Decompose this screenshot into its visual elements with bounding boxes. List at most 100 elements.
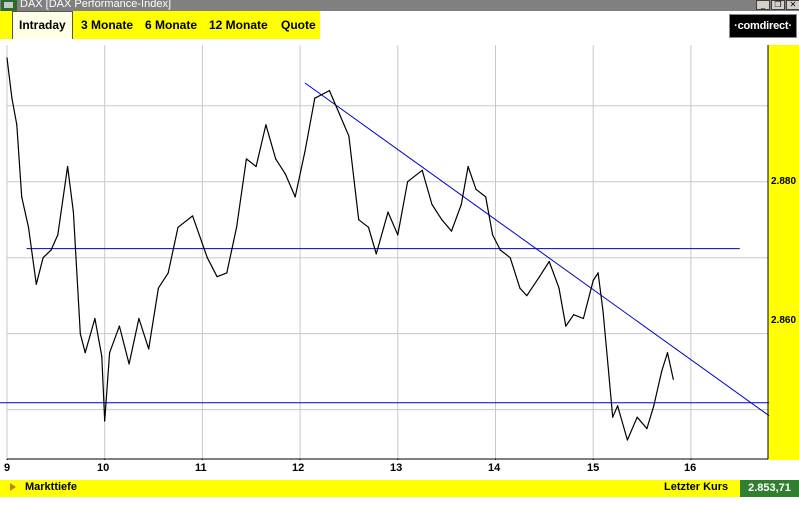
price-point [265, 124, 267, 126]
price-point [245, 158, 247, 160]
price-point [612, 416, 614, 418]
price-point [206, 257, 208, 259]
markttiefe-link[interactable]: Markttiefe [25, 481, 77, 493]
price-point [397, 234, 399, 236]
price-point [128, 363, 130, 365]
price-point [672, 378, 674, 380]
price-point [108, 352, 111, 354]
tab-6-monate[interactable]: 6 Monate [145, 11, 197, 39]
price-point [177, 226, 179, 228]
timeframe-tabbar: Intraday 3 Monate 6 Monate 12 Monate Quo… [0, 11, 320, 39]
comdirect-logo: ·comdirect· [729, 14, 797, 38]
price-point [406, 181, 409, 183]
price-point [192, 215, 194, 217]
price-point [653, 405, 655, 407]
price-point [79, 333, 81, 335]
price-point [157, 287, 160, 289]
price-point [104, 420, 106, 422]
price-point [284, 173, 287, 175]
price-point [450, 230, 453, 232]
price-point [592, 279, 594, 282]
price-point [475, 188, 477, 190]
price-point [626, 439, 628, 441]
price-point [617, 405, 619, 407]
price-point [27, 226, 30, 228]
price-point [235, 226, 238, 228]
x-tick-label: 12 [292, 462, 305, 474]
price-point [519, 287, 521, 289]
tab-12-monate[interactable]: 12 Monate [209, 11, 268, 39]
price-point [558, 287, 560, 289]
price-point [16, 124, 18, 126]
price-point [138, 317, 140, 320]
close-button[interactable]: ✕ [786, 0, 799, 10]
price-point [84, 352, 86, 354]
price-point [338, 112, 340, 114]
price-point [304, 150, 306, 152]
price-point [367, 226, 370, 228]
price-point [538, 276, 541, 278]
x-tick-label: 10 [97, 462, 110, 474]
price-point [499, 249, 501, 251]
price-point [226, 272, 228, 274]
x-tick-label: 15 [587, 462, 600, 474]
price-point [314, 97, 316, 99]
price-point [255, 165, 257, 168]
price-point [509, 257, 511, 259]
price-point [460, 203, 462, 206]
x-tick-label: 11 [195, 462, 207, 474]
price-point [646, 428, 648, 430]
last-price-label: Letzter Kurs [664, 481, 729, 493]
price-point [607, 363, 609, 365]
bottom-bar: Markttiefe Letzter Kurs [0, 480, 799, 497]
app-icon [1, 0, 17, 11]
price-point [573, 314, 575, 316]
price-point [72, 211, 75, 213]
price-point [101, 355, 103, 358]
price-point [294, 196, 296, 198]
plot-background [7, 45, 768, 459]
price-point [582, 317, 585, 320]
price-point [660, 371, 663, 373]
price-point [375, 253, 377, 255]
window-title-bar: DAX [DAX Performance-Index] _ ❐ ✕ [0, 0, 799, 11]
last-price-value: 2.853,71 [740, 480, 799, 497]
window-title: DAX [DAX Performance-Index] [20, 0, 172, 10]
expand-arrow-icon[interactable] [10, 483, 16, 491]
price-point [6, 57, 8, 59]
minimize-button[interactable]: _ [756, 0, 770, 10]
x-tick-label: 14 [488, 462, 501, 474]
price-point [548, 260, 550, 263]
price-point [148, 348, 150, 350]
x-tick-label: 16 [684, 462, 697, 474]
price-point [485, 196, 487, 198]
price-point [441, 219, 443, 221]
price-point [328, 89, 331, 92]
price-point [491, 234, 494, 236]
tab-quote[interactable]: Quote [281, 11, 316, 39]
intraday-chart [0, 45, 770, 460]
price-point [50, 249, 52, 251]
price-point [387, 211, 389, 213]
price-point [565, 325, 567, 327]
price-point [35, 283, 37, 285]
y-tick-label: 2.880 [771, 176, 797, 187]
tab-3-monate[interactable]: 3 Monate [81, 11, 133, 39]
price-point [431, 203, 433, 206]
price-point [597, 272, 599, 274]
logo-text: ·comdirect· [734, 20, 792, 32]
price-point [216, 276, 218, 278]
x-tick-label: 9 [4, 462, 11, 474]
tab-intraday[interactable]: Intraday [12, 11, 73, 39]
price-point [57, 234, 59, 236]
price-point [358, 219, 360, 221]
price-point [636, 416, 638, 418]
x-tick-label: 13 [390, 462, 403, 474]
chart-grid [6, 45, 769, 460]
price-point [11, 97, 13, 99]
price-point [526, 295, 528, 297]
price-point [467, 165, 469, 168]
price-point [167, 272, 169, 274]
maximize-button[interactable]: ❐ [771, 0, 785, 10]
price-point [275, 158, 277, 160]
